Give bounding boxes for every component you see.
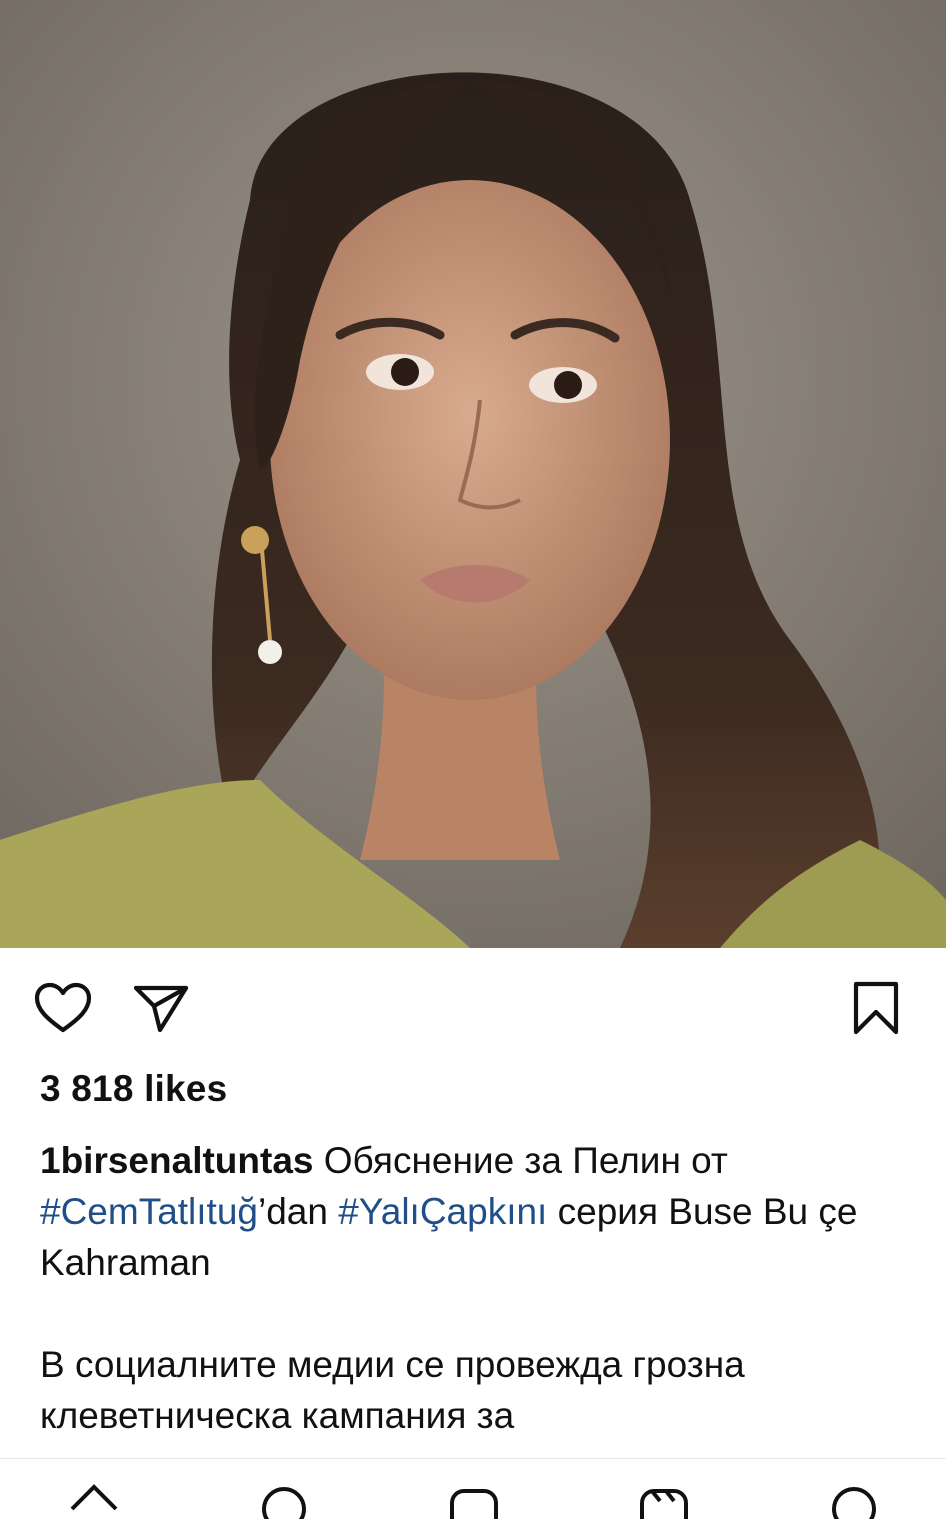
search-icon[interactable] <box>254 1479 314 1519</box>
caption-paragraph-2: В социалните медии се провежда грозна кл… <box>40 1344 745 1436</box>
bottom-navigation-bar <box>0 1458 946 1519</box>
heart-icon[interactable] <box>34 982 92 1034</box>
post-caption: 1birsenaltuntas Обяснение за Пелин от #C… <box>40 1135 920 1441</box>
caption-text-1: Обяснение за Пелин от <box>313 1140 728 1181</box>
hashtag-yalicapkini[interactable]: #YalıÇapkını <box>338 1191 547 1232</box>
caption-username[interactable]: 1birsenaltuntas <box>40 1140 313 1181</box>
create-post-icon[interactable] <box>444 1479 504 1519</box>
reels-icon[interactable] <box>634 1479 694 1519</box>
post-photo[interactable] <box>0 0 946 948</box>
caption-text-2: ’dan <box>258 1191 339 1232</box>
bookmark-icon[interactable] <box>848 980 904 1036</box>
send-icon[interactable] <box>132 982 190 1034</box>
caption-paragraph-1: 1birsenaltuntas Обяснение за Пелин от #C… <box>40 1135 920 1288</box>
hashtag-cemtatlitug[interactable]: #CemTatlıtuğ <box>40 1191 258 1232</box>
home-icon[interactable] <box>64 1479 124 1519</box>
profile-icon[interactable] <box>824 1479 884 1519</box>
likes-count[interactable]: 3 818 likes <box>40 1068 227 1110</box>
